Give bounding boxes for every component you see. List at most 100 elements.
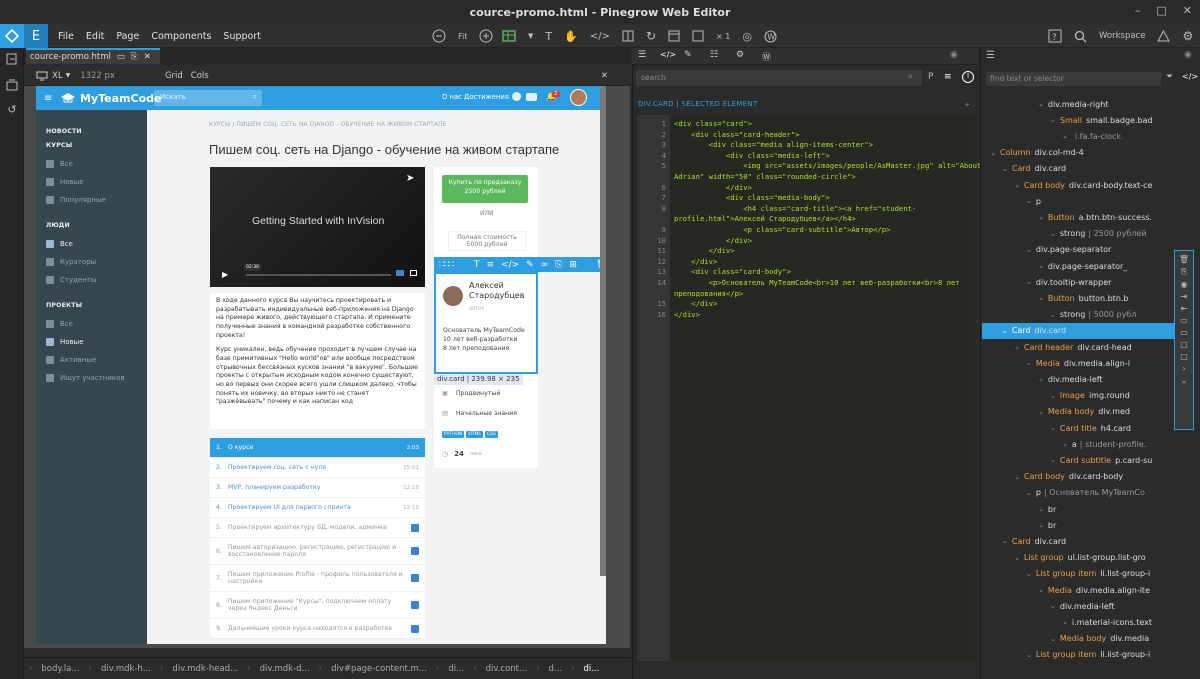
chevron-down-icon[interactable]: ⌄ (1014, 554, 1020, 562)
tree-node[interactable]: ⌄ div.media-left (982, 598, 1194, 614)
chevron-down-icon[interactable]: ⌄ (1026, 651, 1032, 659)
menu-item-support[interactable]: Support (223, 31, 261, 42)
lesson-item[interactable]: 1. О курсе 2:03 (210, 438, 425, 458)
tree-node[interactable]: ⌄ Small small.badge.bad (982, 112, 1194, 128)
chevron-down-icon[interactable]: ⌄ (1181, 376, 1188, 385)
refresh-icon[interactable]: ↻ (646, 29, 656, 43)
hamburger-icon[interactable]: ≡ (44, 93, 52, 104)
nav-links[interactable]: О нас Достижения (442, 93, 509, 101)
canvas-scrollbar[interactable] (600, 86, 606, 576)
filter-icon[interactable]: ⏷ (1166, 72, 1173, 82)
breadcrumb-item[interactable]: div#page-content.m... (327, 664, 431, 674)
code-line[interactable]: <div class="media align-items-center"> (674, 140, 873, 149)
pin-icon[interactable]: ⌖ (965, 100, 970, 110)
sidebar-item[interactable]: Студенты (46, 276, 96, 284)
select-child-icon[interactable]: □ (1180, 352, 1188, 361)
layout-grid-icon[interactable] (502, 30, 516, 42)
search-icon[interactable]: ⌕ (908, 72, 913, 82)
sidebar-item[interactable]: Популярные (46, 196, 106, 204)
menu-item-components[interactable]: Components (151, 31, 211, 42)
dock-icon[interactable] (668, 30, 680, 42)
tree-node[interactable]: ⌄ Card subtitle p.card-su (982, 452, 1194, 468)
chevron-down-icon[interactable]: ⌄ (1014, 473, 1020, 481)
breadcrumb-item[interactable]: div.mdk-d... (256, 664, 314, 674)
video-player[interactable]: Getting Started with InVision ➤ ▶ 02:36 (210, 167, 425, 287)
chevron-right-icon[interactable]: › (1182, 364, 1185, 373)
actions-icon[interactable]: ⚙ (736, 50, 744, 60)
tree-node[interactable]: ⌄ a | student-profile. (982, 436, 1194, 452)
breadcrumb[interactable]: КУРСЫ / ПИШЕМ СОЦ. СЕТЬ НА DJANGO - ОБУЧ… (209, 122, 447, 128)
tree-node[interactable]: ⌄ Button button.btn.b (982, 290, 1194, 306)
chevron-down-icon[interactable]: ⌄ (1038, 505, 1044, 513)
tree-node[interactable]: ⌄ List group item li.list-group-i (982, 566, 1194, 582)
tree-node[interactable]: ⌄ div.media-right (982, 96, 1194, 112)
select-parent-icon[interactable]: □ (1180, 340, 1188, 349)
code-line[interactable]: </div> (674, 310, 700, 319)
chevron-down-icon[interactable]: ⌄ (1038, 100, 1044, 108)
lesson-item[interactable]: 5. Проектируем архитектуру БД, модели, ад… (210, 518, 425, 538)
chevron-down-icon[interactable]: ⌄ (1038, 213, 1044, 221)
properties-icon[interactable]: ≡ (487, 260, 495, 270)
style-icon[interactable]: ✎ (526, 260, 534, 270)
lesson-item[interactable]: 9. Дальнейшие уроки курса находятся в раз… (210, 619, 425, 639)
warning-icon[interactable] (1157, 30, 1171, 42)
chevron-down-icon[interactable]: ⌄ (1050, 456, 1056, 464)
chevron-down-icon[interactable]: ⌄ (1014, 181, 1020, 189)
split-view-icon[interactable] (622, 30, 634, 42)
chevron-down-icon[interactable]: ⌄ (1038, 262, 1044, 270)
chevron-down-icon[interactable]: ⌄ (1062, 618, 1068, 626)
sidebar-item[interactable]: Новые (46, 178, 84, 186)
tree-node[interactable]: ⌄ Card div.card (982, 322, 1194, 339)
text-tool-icon[interactable]: T (545, 30, 552, 43)
cols-toggle[interactable]: Cols (191, 71, 209, 81)
wordpress-icon[interactable]: W (764, 30, 777, 43)
settings-icon[interactable]: ⚙ (1182, 29, 1193, 43)
tree-node[interactable]: ⌄ Card div.card (982, 533, 1194, 549)
chevron-down-icon[interactable]: ⌄ (1038, 408, 1044, 416)
tree-search-input[interactable]: find text or selector (986, 72, 1161, 86)
chevron-down-icon[interactable]: ⌄ (1002, 537, 1008, 545)
pages-icon[interactable] (5, 52, 19, 66)
code-line[interactable]: <div class="card-header"> (674, 130, 799, 139)
sliders-icon[interactable]: ☰ (638, 50, 646, 60)
buy-button[interactable]: Купить по предзаказу 2500 рублей (442, 175, 528, 203)
play-icon[interactable]: ▶ (222, 270, 228, 279)
duplicate-icon[interactable]: ⎘ (1181, 267, 1187, 277)
sidebar-item[interactable]: Кураторы (46, 258, 96, 266)
chevron-down-icon[interactable]: ⌄ (1050, 116, 1056, 124)
avatar[interactable] (570, 89, 587, 106)
link-icon[interactable]: ∞ (541, 260, 549, 270)
tree-tab-icon[interactable]: ☰ (986, 50, 995, 61)
code-line[interactable]: <h4 class="card-title"><a href="student- (674, 204, 916, 213)
hand-tool-icon[interactable]: ✋ (564, 30, 578, 43)
duplicate-icon[interactable]: ⎘ (555, 260, 562, 270)
tree-node[interactable]: ⌄ br (982, 501, 1194, 517)
breadcrumb-item[interactable]: div.cont... (482, 664, 532, 674)
tree-node[interactable]: ⌄ Image img.round (982, 388, 1194, 404)
author-name[interactable]: Алексей Стародубцев (469, 281, 531, 302)
chevron-down-icon[interactable]: ⌄ (1050, 311, 1056, 319)
sidebar-item[interactable]: Все (46, 160, 73, 168)
breadcrumb-item[interactable]: di... (579, 664, 603, 674)
chevron-down-icon[interactable]: ⌄ (1014, 343, 1020, 351)
youtube-icon[interactable] (526, 93, 537, 101)
list-icon[interactable]: ≡ (944, 72, 952, 82)
code-line[interactable]: </div> (674, 183, 752, 192)
brush-icon[interactable]: ✎ (684, 50, 692, 60)
code-line[interactable]: profile.html">Алексей Стародубцев</a></h… (674, 214, 856, 223)
search-icon[interactable] (1074, 30, 1087, 43)
paragraph-icon[interactable]: P (928, 72, 933, 82)
tree-node[interactable]: ⌄ strong | 2500 рублей (982, 226, 1194, 242)
full-price-button[interactable]: Полная стоимость 5000 рублей (448, 231, 526, 251)
tab-cource-promo[interactable]: cource-promo.html ▭ ⎘ ✕ (26, 48, 160, 64)
tree-node[interactable]: ⌄ Media div.media.align-i (982, 355, 1194, 371)
sidebar-item[interactable]: Активные (46, 356, 96, 364)
tree-node[interactable]: ⌄ Column div.col-md-4 (982, 145, 1194, 161)
breadcrumb-item[interactable]: div.mdk-head... (168, 664, 242, 674)
zoom-in-icon[interactable] (479, 29, 493, 43)
trash-icon[interactable]: 🗑 (1179, 255, 1189, 264)
brand[interactable]: MyTeamCode (60, 91, 161, 105)
chevron-down-icon[interactable]: ⌄ (1038, 586, 1044, 594)
chevron-down-icon[interactable]: ⌄ (1050, 635, 1056, 643)
chevron-down-icon[interactable]: ⌄ (1002, 165, 1008, 173)
